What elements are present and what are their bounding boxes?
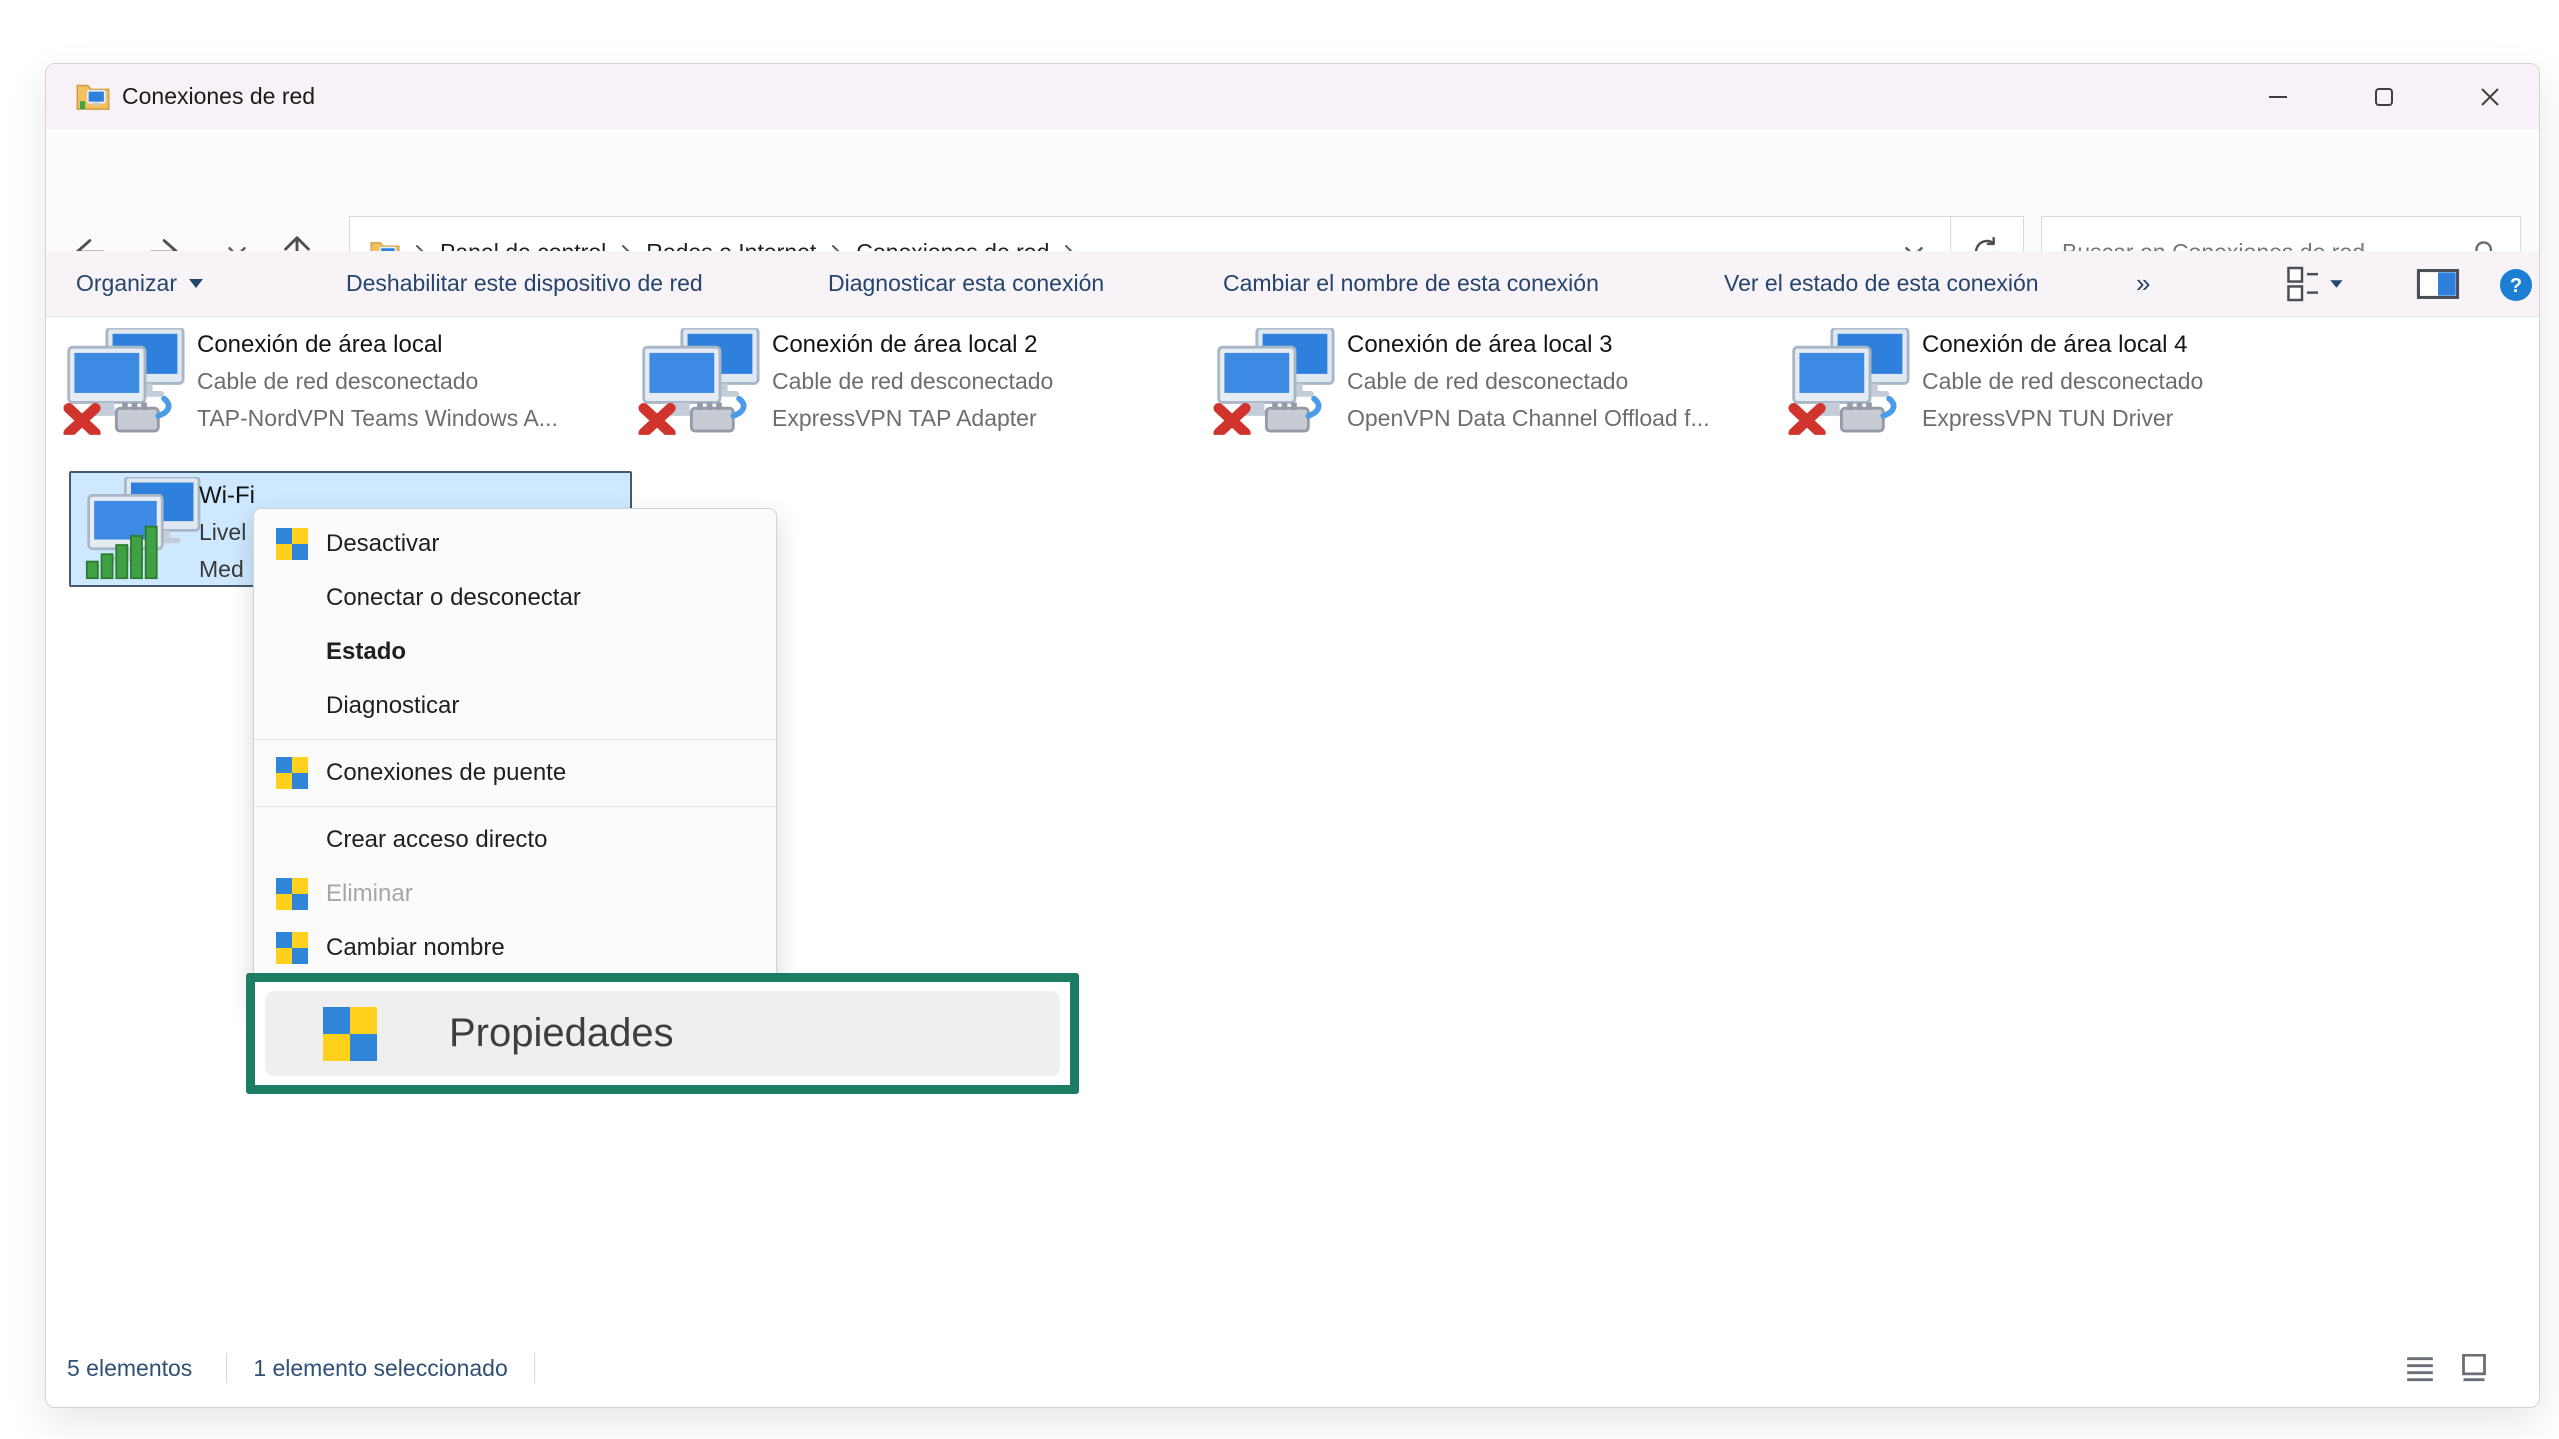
- minimize-button[interactable]: [2240, 64, 2316, 129]
- organize-label: Organizar: [76, 270, 177, 297]
- uac-shield-icon: [276, 878, 310, 910]
- more-commands-chevron[interactable]: »: [2136, 251, 2150, 316]
- menu-item-crear-acceso-directo[interactable]: Crear acceso directo: [254, 813, 776, 867]
- uac-shield-icon: [276, 757, 310, 789]
- menu-separator: [254, 806, 776, 807]
- menu-item-eliminar: Eliminar: [254, 867, 776, 921]
- uac-shield-icon: [323, 1007, 377, 1061]
- close-button[interactable]: [2452, 64, 2528, 129]
- menu-item-conexiones-de-puente[interactable]: Conexiones de puente: [254, 746, 776, 800]
- navigation-bar: Panel de control Redes e Internet Conexi…: [46, 129, 2540, 251]
- connection-status: Cable de red desconectado: [197, 363, 617, 400]
- lan-disconnected-icon: [63, 328, 185, 440]
- connection-status: Cable de red desconectado: [1922, 363, 2342, 400]
- item-count: 5 elementos: [67, 1355, 192, 1382]
- maximize-button[interactable]: [2346, 64, 2422, 129]
- connection-device: ExpressVPN TUN Driver: [1922, 400, 2342, 437]
- menu-item-estado[interactable]: Estado: [254, 625, 776, 679]
- connection-device: TAP-NordVPN Teams Windows A...: [197, 400, 617, 437]
- large-icons-view-toggle[interactable]: [2459, 1354, 2489, 1382]
- connection-device: OpenVPN Data Channel Offload f...: [1347, 400, 1767, 437]
- command-toolbar: Organizar Deshabilitar este dispositivo …: [46, 251, 2540, 317]
- connection-item-lan1[interactable]: Conexión de área local Cable de red desc…: [63, 326, 623, 444]
- menu-item-cambiar-nombre[interactable]: Cambiar nombre: [254, 921, 776, 975]
- menu-item-diagnosticar[interactable]: Diagnosticar: [254, 679, 776, 733]
- svg-text:?: ?: [2510, 275, 2522, 297]
- propiedades-highlight-box: Propiedades: [246, 973, 1079, 1094]
- organize-menu-button[interactable]: Organizar: [76, 251, 203, 316]
- menu-item-conectar-desconectar[interactable]: Conectar o desconectar: [254, 571, 776, 625]
- wifi-signal-icon: [83, 477, 201, 585]
- connection-device: ExpressVPN TAP Adapter: [772, 400, 1192, 437]
- window-title: Conexiones de red: [122, 64, 315, 129]
- help-button[interactable]: ?: [2498, 267, 2534, 309]
- command-disable-device[interactable]: Deshabilitar este dispositivo de red: [346, 251, 703, 316]
- command-rename-connection[interactable]: Cambiar el nombre de esta conexión: [1223, 251, 1599, 316]
- command-diagnose[interactable]: Diagnosticar esta conexión: [828, 251, 1104, 316]
- command-view-status[interactable]: Ver el estado de esta conexión: [1724, 251, 2039, 316]
- status-divider: [226, 1353, 227, 1383]
- details-view-toggle[interactable]: [2405, 1354, 2435, 1382]
- menu-separator: [254, 739, 776, 740]
- lan-disconnected-icon: [638, 328, 760, 440]
- connection-name: Conexión de área local: [197, 326, 617, 363]
- lan-disconnected-icon: [1213, 328, 1335, 440]
- connection-status: Cable de red desconectado: [772, 363, 1192, 400]
- connection-item-lan3[interactable]: Conexión de área local 3 Cable de red de…: [1213, 326, 1773, 444]
- connection-name: Conexión de área local 4: [1922, 326, 2342, 363]
- status-bar: 5 elementos 1 elemento seleccionado: [46, 1346, 2540, 1390]
- connection-item-lan2[interactable]: Conexión de área local 2 Cable de red de…: [638, 326, 1198, 444]
- title-bar: Conexiones de red: [46, 64, 2540, 129]
- propiedades-label: Propiedades: [449, 1011, 674, 1056]
- preview-pane-button[interactable]: [2416, 265, 2460, 309]
- status-divider: [534, 1353, 535, 1383]
- uac-shield-icon: [276, 932, 310, 964]
- context-menu: Desactivar Conectar o desconectar Estado…: [253, 508, 777, 1008]
- uac-shield-icon: [276, 528, 310, 560]
- connection-status: Cable de red desconectado: [1347, 363, 1767, 400]
- menu-item-desactivar[interactable]: Desactivar: [254, 517, 776, 571]
- menu-item-propiedades[interactable]: Propiedades: [265, 991, 1060, 1076]
- connection-item-lan4[interactable]: Conexión de área local 4 Cable de red de…: [1788, 326, 2348, 444]
- network-connections-window: Conexiones de red: [45, 63, 2540, 1408]
- connection-name: Conexión de área local 3: [1347, 326, 1767, 363]
- connection-name: Conexión de área local 2: [772, 326, 1192, 363]
- selection-count: 1 elemento seleccionado: [253, 1355, 507, 1382]
- caret-down-icon: [189, 279, 203, 288]
- lan-disconnected-icon: [1788, 328, 1910, 440]
- network-folder-icon: [76, 79, 110, 118]
- change-view-button[interactable]: [2286, 265, 2350, 309]
